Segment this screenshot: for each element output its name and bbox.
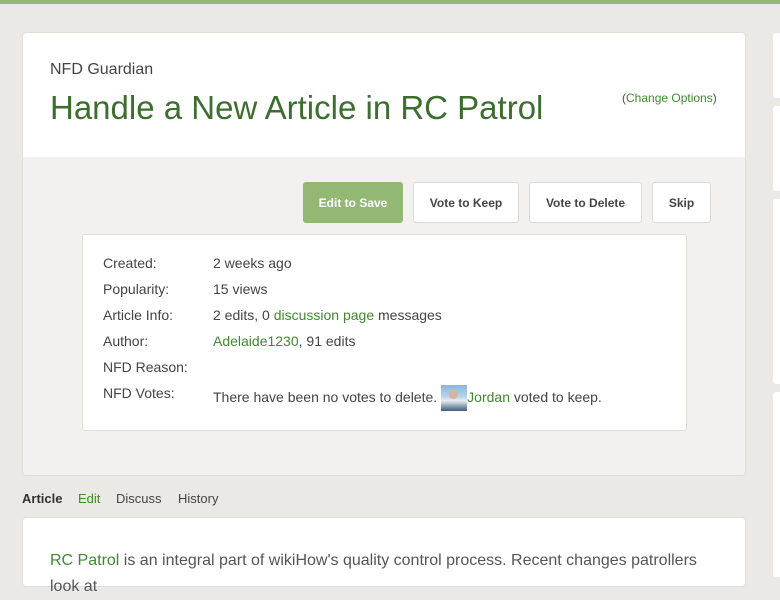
sidebar-card [773, 392, 780, 577]
article-intro: RC Patrol is an integral part of wikiHow… [50, 552, 697, 595]
article-info-value: 2 edits, 0 discussion page messages [213, 307, 442, 323]
tool-name: NFD Guardian [50, 61, 154, 78]
article-info-label: Article Info: [103, 307, 174, 323]
sidebar-card [773, 199, 780, 384]
popularity-label: Popularity: [103, 281, 170, 297]
page-title: Handle a New Article in RC Patrol [50, 89, 544, 126]
created-value: 2 weeks ago [213, 255, 292, 271]
edit-to-save-button[interactable]: Edit to Save [303, 182, 403, 223]
author-link[interactable]: Adelaide1230 [213, 333, 299, 349]
tab-history[interactable]: History [178, 491, 218, 506]
nfd-votes-value: There have been no votes to delete. Jorda… [213, 385, 602, 411]
rc-patrol-link[interactable]: RC Patrol [50, 552, 119, 569]
top-accent-bar [0, 0, 780, 4]
author-label: Author: [103, 333, 149, 349]
vote-to-keep-button[interactable]: Vote to Keep [413, 182, 519, 223]
change-options-link[interactable]: Change Options [626, 91, 713, 105]
sidebar-card [773, 106, 780, 191]
article-info-box: Created: 2 weeks ago Popularity: 15 view… [82, 234, 687, 431]
nfd-votes-label: NFD Votes: [103, 385, 175, 401]
discussion-page-link[interactable]: discussion page [274, 307, 374, 323]
panel-header: NFD Guardian Handle a New Article in RC … [23, 33, 745, 157]
popularity-value: 15 views [213, 281, 268, 297]
voter-link[interactable]: Jordan [467, 389, 510, 405]
tab-article[interactable]: Article [22, 491, 62, 506]
vote-to-delete-button[interactable]: Vote to Delete [529, 182, 642, 223]
skip-button[interactable]: Skip [652, 182, 711, 223]
nfd-guardian-panel: NFD Guardian Handle a New Article in RC … [22, 32, 746, 476]
nfd-reason-label: NFD Reason: [103, 359, 188, 375]
tab-edit[interactable]: Edit [78, 491, 100, 506]
sidebar-card [773, 33, 780, 98]
author-value: Adelaide1230, 91 edits [213, 333, 356, 349]
voter-avatar[interactable] [441, 385, 468, 411]
tab-discuss[interactable]: Discuss [116, 491, 162, 506]
change-options: (Change Options) [622, 91, 717, 105]
created-label: Created: [103, 255, 157, 271]
